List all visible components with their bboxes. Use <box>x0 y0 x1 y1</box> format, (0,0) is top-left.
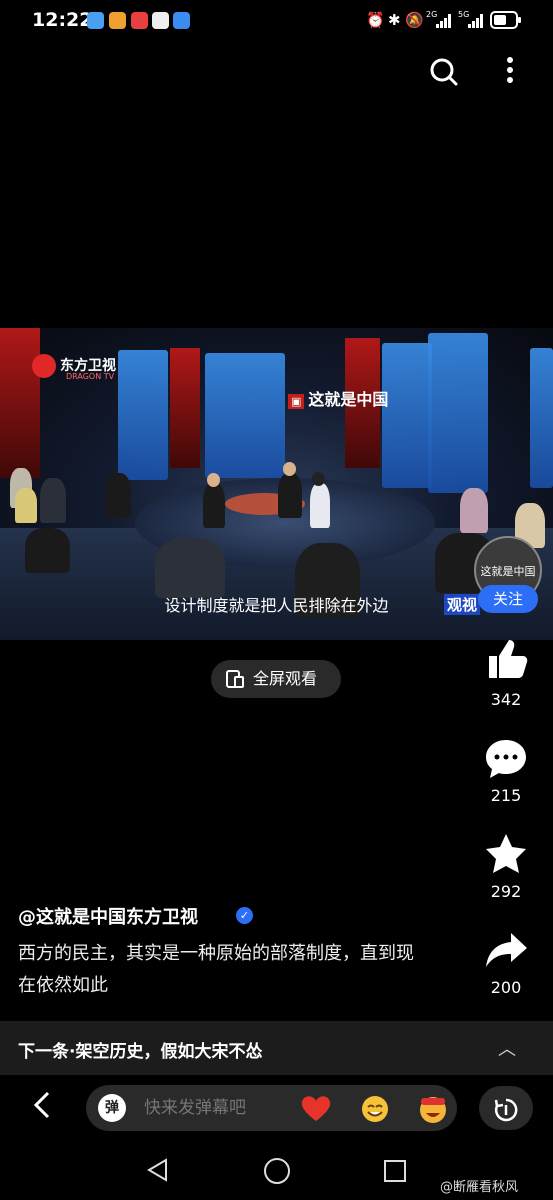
comment-icon <box>486 740 526 778</box>
share-count: 200 <box>490 978 522 997</box>
stage-light <box>170 348 200 468</box>
red-app-icon <box>131 12 148 29</box>
corner-watermark: 观视 <box>444 594 481 615</box>
smile-emoji-button[interactable] <box>359 1094 391 1130</box>
fullscreen-icon <box>226 670 244 688</box>
video-player[interactable]: 东方卫视 DRAGON TV ▣ 这就是中国 设计制度就是把人民排除在外边 观视 … <box>0 328 553 640</box>
back-button[interactable] <box>30 1090 54 1127</box>
stage-light <box>0 328 40 478</box>
more-vertical-icon <box>507 57 513 83</box>
share-button[interactable] <box>483 927 529 977</box>
browser-app-icon <box>87 12 104 29</box>
replay-icon <box>494 1098 518 1121</box>
next-video-bar[interactable]: 下一条·架空历史，假如大宋不怂 ︿ <box>0 1021 553 1075</box>
status-time: 12:22 <box>32 9 93 31</box>
author-name[interactable]: @这就是中国东方卫视 <box>18 903 198 929</box>
mute-icon: 🔕 <box>405 11 424 29</box>
audience-figure <box>105 473 131 518</box>
favorite-button[interactable] <box>483 831 529 881</box>
show-badge: ▣ <box>288 394 305 409</box>
audience-figure <box>460 488 488 533</box>
heart-emoji-button[interactable] <box>300 1094 332 1128</box>
audience-figure <box>155 538 225 598</box>
guest-figure <box>310 483 330 528</box>
heart-icon <box>301 1096 331 1121</box>
weibo-app-icon <box>109 12 126 29</box>
danmu-bar[interactable]: 弹 <box>86 1085 457 1131</box>
status-bar: 12:22 ⏰ ✱ 🔕 2G 5G <box>0 0 553 40</box>
next-video-label: 下一条·架空历史，假如大宋不怂 <box>18 1042 263 1062</box>
danmu-input[interactable] <box>142 1097 286 1119</box>
audience-figure <box>40 478 66 523</box>
alarm-icon: ⏰ <box>366 11 385 29</box>
comment-count: 215 <box>490 786 522 805</box>
show-logo-text: 这就是中国 <box>308 390 389 409</box>
battery-icon <box>490 11 522 33</box>
verified-icon: ✓ <box>236 907 253 924</box>
star-icon <box>486 834 526 873</box>
chevron-up-icon[interactable]: ︿ <box>498 1035 516 1061</box>
laugh-emoji-button[interactable] <box>417 1094 449 1130</box>
like-button[interactable] <box>483 636 529 686</box>
video-description: 西方的民主，其实是一种原始的部落制度，直到现在依然如此 <box>18 943 414 996</box>
thumbs-up-icon <box>489 640 528 678</box>
guest-figure <box>278 473 302 518</box>
comment-button[interactable] <box>483 736 529 786</box>
audience-figure <box>15 488 37 523</box>
stage-screen <box>118 350 168 480</box>
guest-head <box>283 462 296 476</box>
share-icon <box>486 933 527 967</box>
stage-screen <box>428 333 488 493</box>
stage-screen <box>530 348 553 488</box>
signal-icon <box>436 13 453 32</box>
like-count: 342 <box>490 690 522 709</box>
channel-logo-en: DRAGON TV <box>66 372 115 381</box>
channel-star-icon <box>32 354 56 378</box>
fullscreen-button[interactable]: 全屏观看 <box>211 660 341 698</box>
more-button[interactable] <box>500 54 520 90</box>
weibo-watermark: @断雁看秋风 <box>440 1180 519 1195</box>
follow-button[interactable]: 关注 <box>478 585 538 613</box>
cloud-app-icon <box>173 12 190 29</box>
guest-head <box>312 472 325 486</box>
smile-emoji-icon <box>362 1096 388 1122</box>
bluetooth-icon: ✱ <box>388 11 401 29</box>
stage-screen <box>382 343 432 488</box>
signal-icon-2 <box>468 13 485 32</box>
laugh-emoji-icon <box>420 1097 446 1123</box>
audience-figure <box>25 528 70 573</box>
replay-button[interactable] <box>479 1086 533 1130</box>
back-arrow-icon <box>33 1091 50 1119</box>
show-logo: ▣ 这就是中国 <box>288 386 388 410</box>
guest-head <box>207 473 220 487</box>
search-icon <box>430 58 458 86</box>
guest-figure <box>203 483 225 528</box>
nav-recents-button[interactable] <box>384 1160 406 1182</box>
triangle-back-icon <box>147 1158 167 1182</box>
stage-screen <box>205 353 285 478</box>
nav-back-button[interactable] <box>146 1158 170 1186</box>
fullscreen-label: 全屏观看 <box>253 669 318 688</box>
danmu-toggle-icon[interactable]: 弹 <box>98 1094 126 1122</box>
search-button[interactable] <box>426 54 462 90</box>
favorite-count: 292 <box>490 882 522 901</box>
nav-home-button[interactable] <box>264 1158 290 1184</box>
tv-app-icon <box>152 12 169 29</box>
